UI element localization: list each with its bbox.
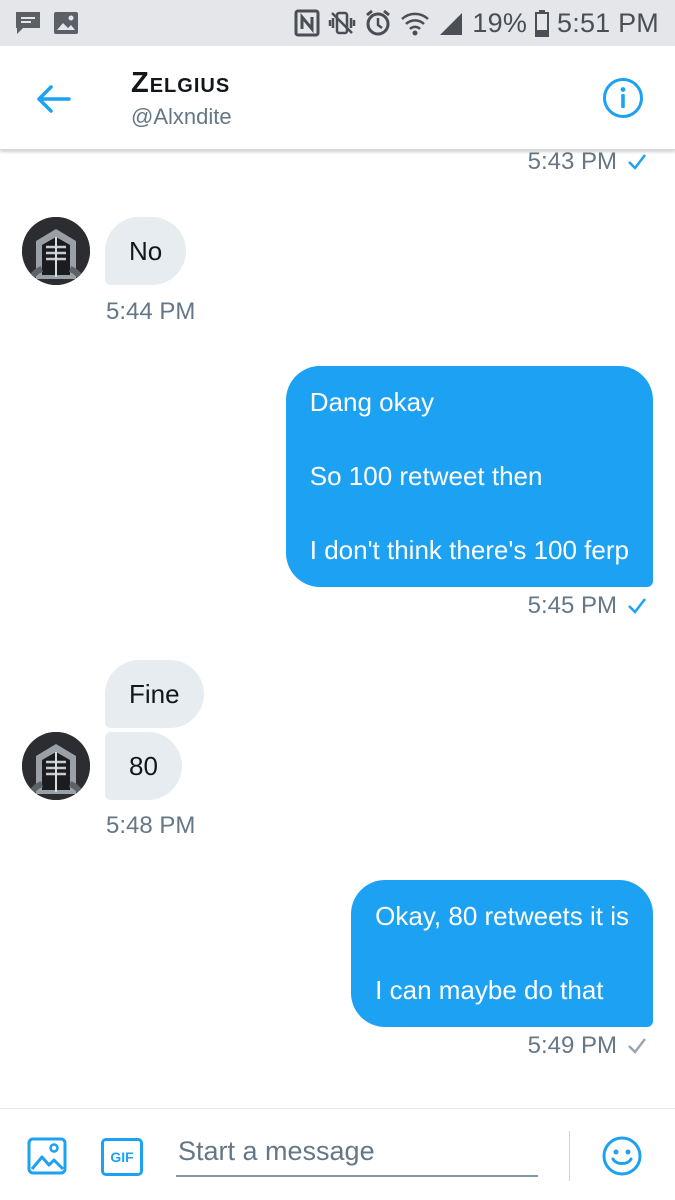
back-button[interactable] — [30, 76, 76, 122]
chat-notification-icon — [14, 9, 42, 37]
message-line: So 100 retweet then — [309, 461, 543, 491]
sent-check-icon — [628, 1038, 646, 1054]
status-bar-right: 19% 5:51 PM — [294, 6, 659, 40]
battery-icon — [535, 9, 550, 37]
message-line: I can maybe do that — [375, 975, 604, 1005]
image-notification-icon — [52, 9, 80, 37]
message-timestamp: 5:43 PM — [528, 148, 647, 176]
message-line: I don't think there's 100 ferp — [309, 535, 629, 565]
outgoing-message-bubble[interactable]: Dang okay So 100 retweet then I don't th… — [285, 366, 653, 587]
wifi-icon — [400, 9, 430, 37]
composer-divider — [569, 1131, 570, 1181]
emoji-button[interactable] — [601, 1135, 643, 1177]
read-check-icon — [628, 598, 646, 614]
info-button[interactable] — [602, 77, 644, 119]
signal-icon — [438, 9, 464, 37]
message-timestamp: 5:44 PM — [106, 298, 196, 325]
outgoing-message-bubble[interactable]: Okay, 80 retweets it is I can maybe do t… — [351, 880, 653, 1027]
status-bar: 19% 5:51 PM — [0, 0, 675, 46]
page-title: Zelgius — [131, 67, 231, 99]
status-bar-left — [14, 9, 80, 37]
add-photo-button[interactable] — [26, 1135, 68, 1177]
message-timestamp: 5:48 PM — [106, 812, 196, 839]
read-check-icon — [628, 154, 646, 170]
battery-percent: 19% — [472, 7, 528, 38]
status-time: 5:51 PM — [557, 7, 659, 38]
nfc-icon — [294, 9, 320, 37]
info-icon — [603, 78, 643, 118]
incoming-message-bubble[interactable]: 80 — [105, 732, 182, 800]
photo-icon — [27, 1137, 67, 1175]
gif-label: GIF — [110, 1149, 134, 1165]
helmet-avatar-icon — [22, 732, 90, 800]
message-line: Okay, 80 retweets it is — [375, 901, 629, 931]
conversation-header: Zelgius @Alxndite — [0, 46, 675, 150]
message-composer: GIF — [0, 1108, 675, 1200]
message-line: Dang okay — [309, 387, 435, 417]
avatar[interactable] — [22, 732, 90, 800]
arrow-left-icon — [37, 85, 71, 113]
helmet-avatar-icon — [22, 217, 90, 285]
incoming-message-bubble[interactable]: No — [105, 217, 187, 285]
incoming-message-bubble[interactable]: Fine — [105, 660, 204, 728]
add-gif-button[interactable]: GIF — [101, 1138, 143, 1176]
conversation-title-block[interactable]: Zelgius @Alxndite — [131, 68, 232, 130]
message-timestamp: 5:49 PM — [528, 1032, 647, 1060]
alarm-icon — [364, 9, 392, 37]
message-input[interactable] — [176, 1127, 538, 1177]
avatar[interactable] — [22, 217, 90, 285]
emoji-icon — [602, 1136, 642, 1176]
user-handle: @Alxndite — [131, 104, 232, 129]
vibrate-icon — [328, 9, 356, 37]
message-timestamp: 5:45 PM — [528, 592, 647, 620]
